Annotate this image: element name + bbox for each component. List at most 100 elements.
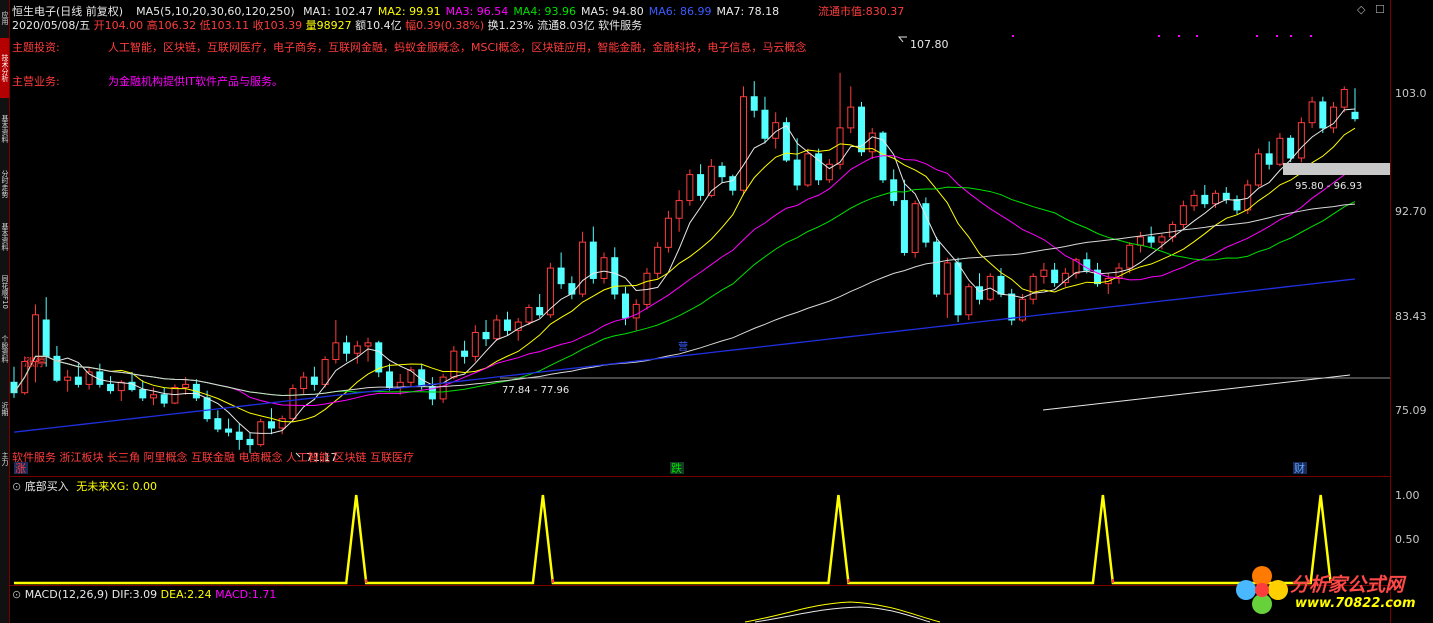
candle-body (1136, 236, 1144, 246)
candle (686, 169, 694, 206)
candle-body (10, 381, 18, 394)
candle-body (1008, 293, 1016, 321)
candle-body (718, 165, 726, 178)
price-highlight-box (1283, 163, 1390, 175)
candle-body (900, 200, 908, 253)
candle-body (1276, 137, 1284, 165)
candle-body (1212, 192, 1220, 205)
candle (289, 384, 297, 422)
candle (428, 377, 436, 406)
candle (300, 371, 308, 395)
candle-body (471, 331, 479, 357)
candle-body (621, 293, 629, 319)
candle-body (1158, 236, 1166, 243)
candle-body (675, 200, 683, 219)
candle-body (632, 303, 640, 319)
candle-body (74, 376, 82, 385)
candle (868, 127, 876, 160)
signal-dot (1012, 35, 1014, 37)
candle-body (793, 159, 801, 186)
left-sidebar: 应用 技术分析 基本资料 分时走势 基本资料 同花顺F10 个股资料 近期 主力 (0, 0, 10, 623)
candle-body (697, 174, 705, 196)
sidebar-tab-2[interactable]: 技术分析 (0, 38, 9, 98)
candle (933, 236, 941, 298)
sidebar-tab-6[interactable]: 同花顺F10 (0, 265, 9, 318)
candle (493, 314, 501, 341)
ind-y-label-1: 1.00 (1395, 489, 1420, 502)
candle-body (1029, 275, 1037, 300)
marker-cai: 财 (1294, 461, 1305, 475)
macd-chart[interactable] (10, 586, 1390, 623)
candle-body (1319, 101, 1327, 129)
candle (965, 283, 973, 320)
candle-body (911, 203, 919, 253)
candle (1115, 262, 1123, 284)
candle (750, 81, 758, 118)
candle (514, 317, 522, 341)
range-label-2: 95.80 - 96.93 (1295, 181, 1362, 192)
candle (836, 72, 844, 170)
candle (375, 340, 383, 378)
candle-body (450, 350, 458, 378)
candle (1297, 117, 1305, 163)
candle (53, 345, 61, 383)
candle-body (1254, 153, 1262, 186)
sidebar-tab-7[interactable]: 个股资料 (0, 320, 9, 378)
sidebar-tab-4[interactable]: 分时走势 (0, 160, 9, 208)
signal-dot (1276, 35, 1278, 37)
candle (1265, 141, 1273, 170)
candle-body (686, 174, 694, 202)
candlestick-chart[interactable]: 107.8071.1777.84 - 77.9695.80 - 96.93涨停软… (10, 0, 1390, 476)
candle (879, 131, 887, 183)
candle-body (107, 383, 115, 392)
marker-small: 营 (678, 340, 688, 353)
candle-body (847, 106, 855, 129)
candle-body (525, 307, 533, 323)
ma60-line (13, 203, 1356, 397)
candle-body (858, 106, 866, 153)
candle (235, 423, 243, 450)
candle (1040, 262, 1048, 284)
concepts-label: 软件服务 浙江板块 长三角 阿里概念 互联金融 电商概念 人工智能 区块链 互联… (12, 450, 414, 464)
candle-body (568, 283, 576, 295)
candle-body (439, 376, 447, 400)
candle-body (943, 262, 951, 295)
candle (64, 369, 72, 392)
candle (793, 138, 801, 191)
candle-body (997, 275, 1005, 295)
signal-dot (1256, 35, 1258, 37)
sidebar-tab-9[interactable]: 主力 (0, 440, 9, 478)
candle (214, 410, 222, 433)
indicator-chart[interactable] (10, 477, 1390, 585)
candle-body (954, 262, 962, 316)
candle-body (761, 109, 769, 139)
candle-body (139, 389, 147, 399)
candle (815, 148, 823, 185)
candle (1136, 231, 1144, 253)
watermark-flower-icon (1232, 562, 1292, 620)
sidebar-tab-8[interactable]: 近期 (0, 380, 9, 438)
candle-body (235, 431, 243, 440)
candle (471, 325, 479, 362)
candle-body (1233, 199, 1241, 211)
sidebar-tab-3[interactable]: 基本资料 (0, 100, 9, 158)
watermark-url: www.70822.com (1295, 596, 1416, 611)
candle-body (1297, 122, 1305, 159)
candle (579, 231, 587, 298)
sidebar-tab-1[interactable]: 应用 (0, 0, 9, 36)
candle (697, 164, 705, 201)
candle (1308, 96, 1316, 128)
candle (675, 190, 683, 232)
sidebar-tab-5[interactable]: 基本资料 (0, 210, 9, 263)
candle (1212, 190, 1220, 208)
candle-body (1051, 269, 1059, 284)
marker-zhang: 涨 (15, 462, 26, 475)
candle (1201, 185, 1209, 208)
candle (246, 432, 254, 453)
ma120-line (13, 278, 1356, 433)
candle-body (1201, 194, 1209, 205)
candle-body (332, 342, 340, 360)
candle (557, 252, 565, 289)
candle (85, 366, 93, 390)
candle-body (611, 257, 619, 295)
